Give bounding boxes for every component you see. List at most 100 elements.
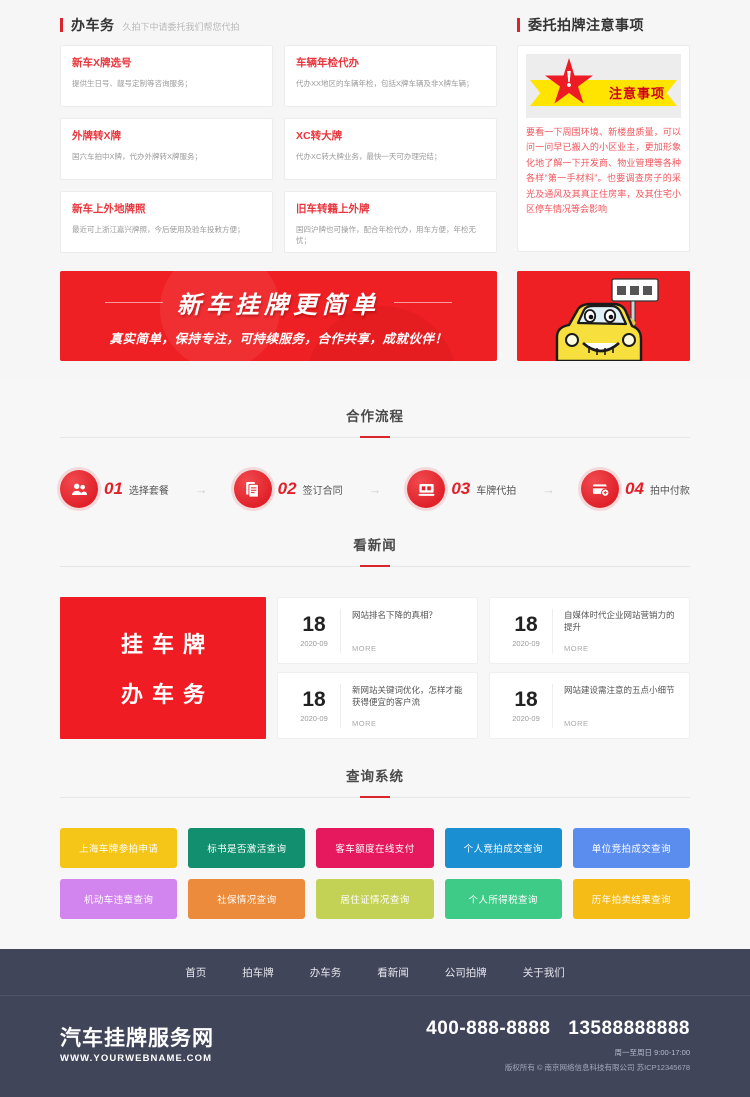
news-day: 18: [302, 687, 326, 711]
service-card-title: 车辆年检代办: [296, 57, 359, 69]
news-more-link[interactable]: MORE: [564, 719, 679, 728]
banner-rule-right: [394, 302, 452, 303]
footer-nav: 首页 拍车牌 办车务 看新闻 公司拍牌 关于我们: [0, 949, 750, 996]
news-item-title: 新网站关键词优化，怎样才能获得便宜的客户流: [352, 684, 463, 707]
query-button[interactable]: 个人竞拍成交查询: [444, 828, 562, 868]
footer-main: 汽车挂牌服务网 WWW.YOURWEBNAME.COM 400-888-8888…: [60, 996, 690, 1097]
service-card-desc: 最近可上浙江嘉兴牌照，今后使用及验车投敕方便；: [72, 225, 245, 234]
services-card-grid: 新车X牌选号 提供生日号、靓号定制等咨询服务； 车辆年检代办 代办XX地区的车辆…: [60, 45, 497, 253]
query-button[interactable]: 客车额度在线支付: [316, 828, 434, 868]
license-plate-icon: [407, 470, 446, 508]
business-hours: 周一至周日 9:00-17:00: [614, 1048, 690, 1057]
news-section: 看新闻 挂车牌 办车务 18 2020-09 网站排名下降的真相？ MORE 1…: [0, 534, 750, 765]
news-column-right: 18 2020-09 自媒体时代企业网站营销力的提升 MORE 18 2020-…: [489, 597, 690, 739]
footer-nav-item-home[interactable]: 首页: [185, 965, 206, 980]
service-card-title: 外牌转X牌: [72, 130, 122, 142]
phone-primary: 400-888-8888: [426, 1018, 551, 1039]
promo-banner-title: 新车挂牌更简单: [177, 292, 380, 319]
service-card-title: 旧车转籍上外牌: [296, 203, 370, 215]
notice-box: 注意事项 ! 要看一下周围环境、新楼盘质量，可以问一问早已搬入的小区业主，更加形…: [517, 45, 690, 252]
promo-banner-row: 新车挂牌更简单 真实简单，保持专注，可持续服务，合作共享，成就伙伴！: [60, 271, 690, 361]
query-button[interactable]: 历年拍卖结果查询: [572, 879, 690, 919]
news-more-link[interactable]: MORE: [352, 719, 467, 728]
query-button[interactable]: 上海车牌参拍申请: [60, 828, 178, 868]
promo-banner-subtitle: 真实简单，保持专注，可持续服务，合作共享，成就伙伴！: [109, 332, 448, 346]
news-item-title: 网站建设需注意的五点小细节: [564, 684, 675, 695]
news-more-link[interactable]: MORE: [564, 644, 679, 653]
notice-column: 委托拍牌注意事项 注意事项 ! 要看一下周围环境、新楼盘质量，可以问一问早已搬入…: [517, 6, 690, 253]
footer-nav-item-about[interactable]: 关于我们: [523, 965, 565, 980]
service-card-desc: 代办XX地区的车辆年检，包括X牌车辆及非X牌车辆；: [296, 79, 474, 88]
query-button[interactable]: 社保情况查询: [188, 879, 306, 919]
process-title-block: 合作流程: [0, 405, 750, 452]
news-date: 18 2020-09: [288, 614, 340, 648]
footer-brand: 汽车挂牌服务网 WWW.YOURWEBNAME.COM: [60, 1027, 214, 1064]
news-item[interactable]: 18 2020-09 新网站关键词优化，怎样才能获得便宜的客户流 MORE: [277, 672, 478, 739]
footer-nav-item-company-auction[interactable]: 公司拍牌: [445, 965, 487, 980]
query-button[interactable]: 标书是否激活查询: [188, 828, 306, 868]
accent-bar-icon: [60, 18, 63, 32]
process-step-2[interactable]: 02 签订合同: [233, 470, 343, 508]
process-steps: 01 选择套餐 → 02 签订合同 → 03 车牌代拍 → 04 拍中付款: [60, 470, 690, 534]
payment-card-icon: [581, 470, 620, 508]
process-step-number: 01: [104, 479, 123, 498]
process-step-number: 04: [625, 479, 644, 498]
query-button-grid: 上海车牌参拍申请 标书是否激活查询 客车额度在线支付 个人竞拍成交查询 单位竞拍…: [60, 828, 690, 949]
document-icon: [233, 470, 272, 508]
query-button[interactable]: 机动车违章查询: [60, 879, 178, 919]
news-content: 挂车牌 办车务 18 2020-09 网站排名下降的真相？ MORE 18 20…: [60, 597, 690, 765]
news-lists: 18 2020-09 网站排名下降的真相？ MORE 18 2020-09 新网…: [277, 597, 690, 739]
service-card-desc: 代办XC转大牌业务，最快一天可办理完结；: [296, 152, 442, 161]
service-card-desc: 提供生日号、靓号定制等咨询服务；: [72, 79, 192, 88]
service-card-title: 新车上外地牌照: [72, 203, 146, 215]
services-heading: 办车务 久拍下中请委托我们帮您代拍: [60, 6, 497, 45]
service-card-desc: 国四沪牌也可操作，配合年检代办，用车方便，年检无忧；: [296, 225, 476, 245]
news-day: 18: [514, 687, 538, 711]
service-card[interactable]: 新车上外地牌照 最近可上浙江嘉兴牌照，今后使用及验车投敕方便；: [60, 191, 273, 253]
service-card[interactable]: XC转大牌 代办XC转大牌业务，最快一天可办理完结；: [284, 118, 497, 180]
footer-nav-item-plate-auction[interactable]: 拍车牌: [242, 965, 274, 980]
footer-phones: 400-888-8888 13588888888: [426, 1018, 690, 1040]
accent-bar-icon: [517, 18, 520, 32]
footer-contact: 400-888-8888 13588888888 周一至周日 9:00-17:0…: [426, 1018, 690, 1073]
services-title: 办车务: [71, 17, 115, 33]
news-promo-line-1: 挂车牌: [120, 632, 214, 657]
title-divider: [60, 436, 690, 438]
promo-banner-side[interactable]: [517, 271, 690, 361]
news-month: 2020-09: [512, 638, 540, 648]
process-step-4[interactable]: 04 拍中付款: [581, 470, 690, 508]
query-button[interactable]: 个人所得税查询: [444, 879, 562, 919]
query-title: 查询系统: [346, 769, 404, 784]
service-card[interactable]: 旧车转籍上外牌 国四沪牌也可操作，配合年检代办，用车方便，年检无忧；: [284, 191, 497, 253]
arrow-right-icon: →: [542, 481, 556, 497]
footer-nav-item-car-service[interactable]: 办车务: [310, 965, 342, 980]
process-step-1[interactable]: 01 选择套餐: [60, 470, 169, 508]
news-item[interactable]: 18 2020-09 网站建设需注意的五点小细节 MORE: [489, 672, 690, 739]
news-item-title: 自媒体时代企业网站营销力的提升: [564, 609, 675, 632]
service-card[interactable]: 外牌转X牌 国六车拍中X牌，代办外牌转X牌服务；: [60, 118, 273, 180]
footer-nav-item-news[interactable]: 看新闻: [377, 965, 409, 980]
users-icon: [60, 470, 98, 508]
news-date: 18 2020-09: [500, 689, 552, 723]
news-item[interactable]: 18 2020-09 网站排名下降的真相？ MORE: [277, 597, 478, 664]
news-item-title: 网站排名下降的真相？: [352, 609, 438, 620]
news-more-link[interactable]: MORE: [352, 644, 467, 653]
news-item[interactable]: 18 2020-09 自媒体时代企业网站营销力的提升 MORE: [489, 597, 690, 664]
promo-banner[interactable]: 新车挂牌更简单 真实简单，保持专注，可持续服务，合作共享，成就伙伴！: [60, 271, 497, 361]
news-day: 18: [514, 612, 538, 636]
news-promo-banner[interactable]: 挂车牌 办车务: [60, 597, 266, 739]
service-card-title: 新车X牌选号: [72, 57, 132, 69]
brand-name: 汽车挂牌服务网: [60, 1026, 214, 1050]
service-card-desc: 国六车拍中X牌，代办外牌转X牌服务；: [72, 152, 203, 161]
services-subtitle: 久拍下中请委托我们帮您代拍: [122, 22, 240, 32]
query-button[interactable]: 单位竞拍成交查询: [572, 828, 690, 868]
process-step-label: 签订合同: [302, 485, 343, 497]
query-button[interactable]: 居住证情况查询: [316, 879, 434, 919]
notice-body-text: 要看一下周围环境、新楼盘质量，可以问一问早已搬入的小区业主，更加形象化地了解一下…: [526, 127, 681, 215]
service-card[interactable]: 车辆年检代办 代办XX地区的车辆年检，包括X牌车辆及非X牌车辆；: [284, 45, 497, 107]
news-date: 18 2020-09: [288, 689, 340, 723]
process-step-3[interactable]: 03 车牌代拍: [407, 470, 516, 508]
query-section: 查询系统 上海车牌参拍申请 标书是否激活查询 客车额度在线支付 个人竞拍成交查询…: [0, 765, 750, 949]
service-card[interactable]: 新车X牌选号 提供生日号、靓号定制等咨询服务；: [60, 45, 273, 107]
notice-heading: 委托拍牌注意事项: [517, 6, 690, 45]
